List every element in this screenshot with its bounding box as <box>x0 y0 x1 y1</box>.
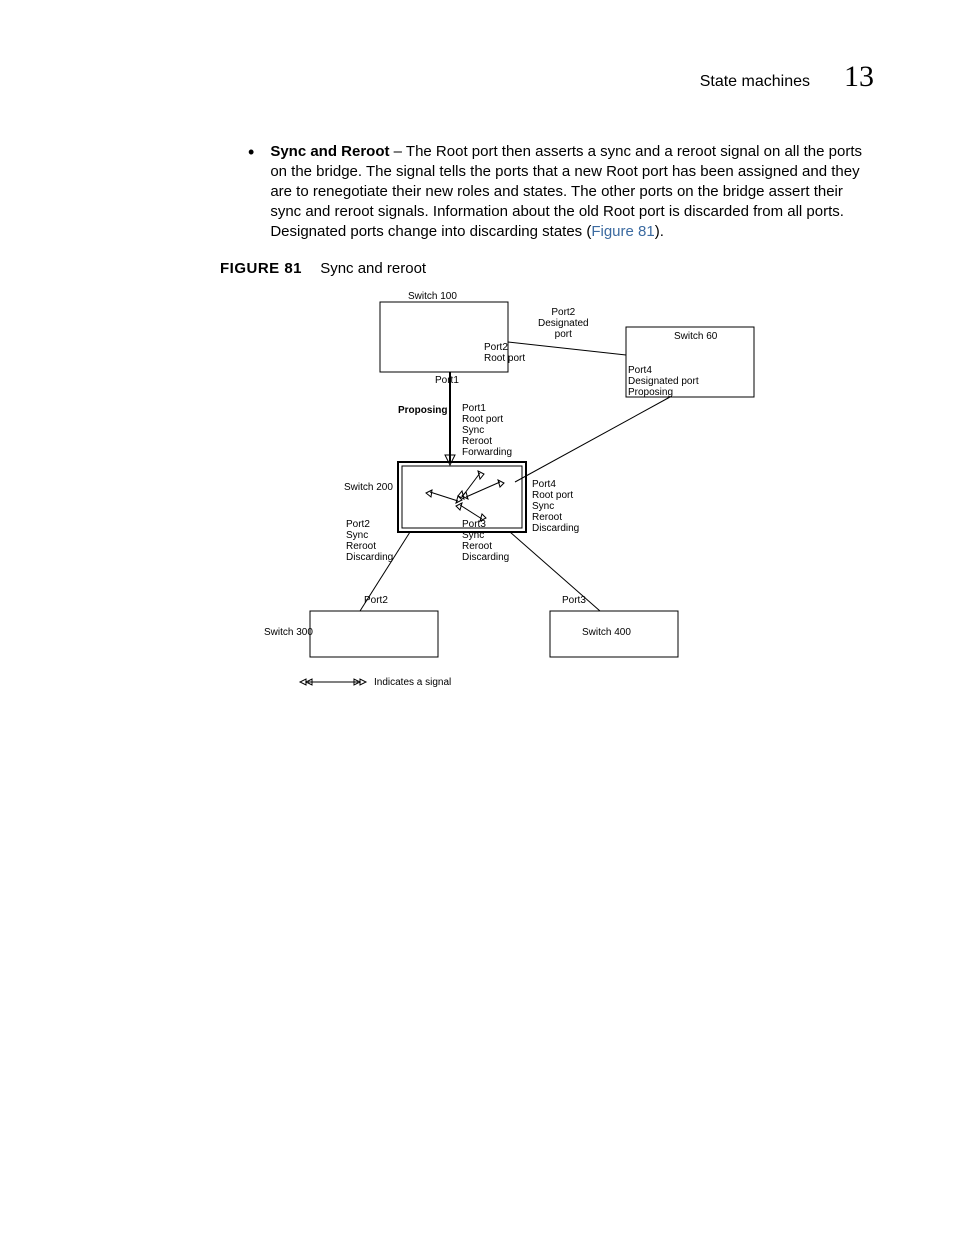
figure-diagram: Switch 100 Switch 60 Port2 Designated po… <box>250 287 890 707</box>
label-port1-block: Port1 Root port Sync Reroot Forwarding <box>462 403 512 458</box>
label-port2-block: Port2 Sync Reroot Discarding <box>346 519 393 563</box>
page-header: State machines 13 <box>220 60 874 94</box>
label-port1-top: Port1 <box>435 375 459 386</box>
figure-label: FIGURE 81 <box>220 260 302 277</box>
figure-ref-link[interactable]: Figure 81 <box>591 223 654 240</box>
bullet-body-2: ). <box>655 223 664 240</box>
label-port2-designated: Port2 Designated port <box>538 307 589 340</box>
label-switch-100: Switch 100 <box>408 291 457 302</box>
label-port2-root: Port2 Root port <box>484 342 525 364</box>
label-port3-btm: Port3 <box>562 595 586 606</box>
label-proposing: Proposing <box>398 405 447 416</box>
section-title: State machines <box>700 73 810 91</box>
label-switch-400: Switch 400 <box>582 627 631 638</box>
label-port4-designated: Port4 Designated port Proposing <box>628 365 699 398</box>
label-legend: Indicates a signal <box>374 677 451 688</box>
bullet-heading: Sync and Reroot <box>270 143 389 160</box>
label-port3-block: Port3 Sync Reroot Discarding <box>462 519 509 563</box>
label-switch-300: Switch 300 <box>264 627 313 638</box>
label-switch-200: Switch 200 <box>344 482 393 493</box>
label-port4-block: Port4 Root port Sync Reroot Discarding <box>532 479 579 534</box>
chapter-number: 13 <box>844 60 874 94</box>
label-port2-btm: Port2 <box>364 595 388 606</box>
bullet-dot-icon: • <box>248 142 254 242</box>
bullet-text: Sync and Reroot – The Root port then ass… <box>270 142 874 242</box>
label-switch-60: Switch 60 <box>674 331 717 342</box>
figure-caption: FIGURE 81 Sync and reroot <box>220 260 874 277</box>
figure-caption-text: Sync and reroot <box>320 260 426 277</box>
bullet-item: • Sync and Reroot – The Root port then a… <box>220 142 874 242</box>
